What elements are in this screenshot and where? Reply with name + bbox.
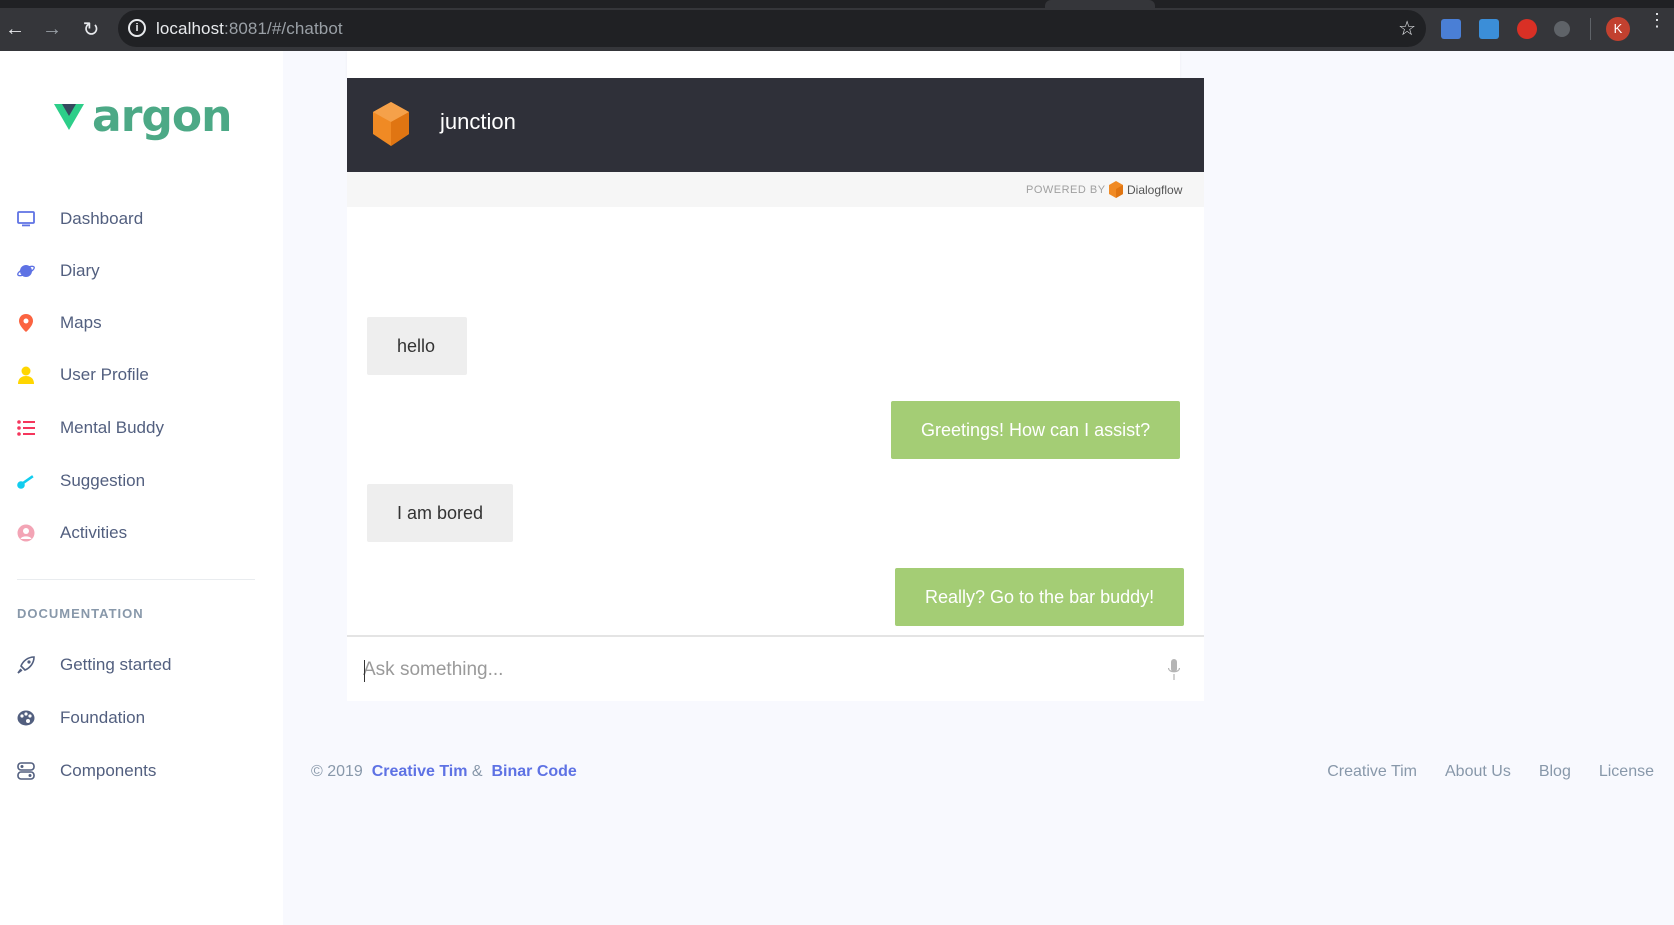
sidebar-item-label: Activities [60,523,128,542]
footer-link-creative-tim[interactable]: Creative Tim [1327,763,1417,781]
toolbar-separator [1590,18,1591,40]
forward-icon[interactable]: → [37,14,67,44]
palette-icon [17,709,35,727]
bookmark-star-icon[interactable]: ☆ [1398,16,1416,41]
microphone-icon[interactable] [1168,659,1180,681]
user-icon [17,366,35,384]
copyright: © 2019 Creative Tim & Binar Code [311,763,577,781]
footer-ampersand: & [471,763,483,780]
footer-link-license[interactable]: License [1599,763,1654,781]
sidebar-item-getting-started[interactable]: Getting started [17,650,172,680]
browser-chrome: ← → ↻ i localhost:8081/#/chatbot ☆ K ⋮ [0,0,1674,51]
planet-icon [17,262,35,280]
browser-menu-icon[interactable]: ⋮ [1648,11,1666,29]
profile-avatar[interactable]: K [1606,17,1630,41]
url-text[interactable]: localhost:8081/#/chatbot [156,19,343,39]
chat-input-bar [347,635,1204,701]
search-extension-icon[interactable] [1554,21,1570,37]
translate-extension-icon[interactable] [1441,19,1461,39]
footer-links: Creative Tim About Us Blog License [1327,763,1654,781]
sidebar-item-label: Maps [60,313,102,332]
brand-name: argon [92,91,232,142]
powered-by-bar: POWERED BY Dialogflow [347,172,1204,207]
sidebar-item-label: Suggestion [60,471,146,490]
footer: © 2019 Creative Tim & Binar Code Creativ… [283,755,1674,785]
address-bar[interactable]: i localhost:8081/#/chatbot ☆ [118,10,1426,47]
site-info-icon[interactable]: i [128,19,146,37]
url-path: :8081/#/chatbot [224,19,343,38]
dialogflow-logo-icon [1109,181,1123,198]
sidebar-divider [17,579,255,580]
sidebar-item-mental-buddy[interactable]: Mental Buddy [17,413,164,443]
sidebar-item-label: Foundation [60,708,146,727]
sidebar-item-activities[interactable]: Activities [17,518,127,548]
chat-messages: hello Greetings! How can I assist? I am … [347,207,1204,635]
tv-icon [17,210,35,228]
url-host: localhost [156,19,224,38]
adblock-extension-icon[interactable] [1517,19,1537,39]
sidebar-item-label: Dashboard [60,209,144,228]
back-icon[interactable]: ← [0,14,30,44]
dialogflow-brand[interactable]: Dialogflow [1127,183,1182,197]
key-icon [17,472,35,490]
list-icon [17,419,35,437]
sidebar-item-diary[interactable]: Diary [17,256,100,286]
sidebar-item-maps[interactable]: Maps [17,308,102,338]
sidebar-item-label: User Profile [60,365,149,384]
message-user: I am bored [367,484,514,542]
sidebar-item-dashboard[interactable]: Dashboard [17,204,143,234]
sidebar-item-label: Diary [60,261,100,280]
brand-logo[interactable]: argon [54,91,232,142]
footer-author-creative-tim[interactable]: Creative Tim [372,763,468,780]
sidebar-item-suggestion[interactable]: Suggestion [17,466,145,496]
ui-icon [17,762,35,780]
agent-name: junction [440,109,516,134]
documentation-heading: DOCUMENTATION [17,606,144,621]
message-bot: Greetings! How can I assist? [891,401,1181,459]
sidebar-item-label: Mental Buddy [60,418,164,437]
footer-link-blog[interactable]: Blog [1539,763,1571,781]
message-bot: Really? Go to the bar buddy! [895,568,1185,626]
chat-message-input[interactable] [363,655,1123,685]
sidebar-item-user-profile[interactable]: User Profile [17,360,149,390]
message-user: hello [367,317,467,375]
dialogflow-cube-icon [373,102,409,146]
sidebar: argon Dashboard Diary Maps User Profile … [0,51,283,925]
footer-link-about-us[interactable]: About Us [1445,763,1511,781]
active-tab[interactable] [1045,0,1155,8]
chat-top-strip [347,51,1180,78]
text-caret [364,660,365,682]
sidebar-item-label: Components [60,761,157,780]
reload-icon[interactable]: ↻ [76,14,106,44]
screenshot-extension-icon[interactable] [1479,19,1499,39]
sidebar-item-components[interactable]: Components [17,756,156,786]
chat-header: junction [347,78,1204,172]
circle-user-icon [17,524,35,542]
sidebar-item-foundation[interactable]: Foundation [17,703,145,733]
sidebar-item-label: Getting started [60,655,172,674]
pin-icon [17,314,35,332]
footer-author-binar-code[interactable]: Binar Code [491,763,576,780]
rocket-icon [17,656,35,674]
copyright-year: © 2019 [311,763,363,780]
vue-logo-icon [54,103,84,130]
tab-strip [0,0,1674,8]
powered-by-text: POWERED BY [1026,184,1106,196]
